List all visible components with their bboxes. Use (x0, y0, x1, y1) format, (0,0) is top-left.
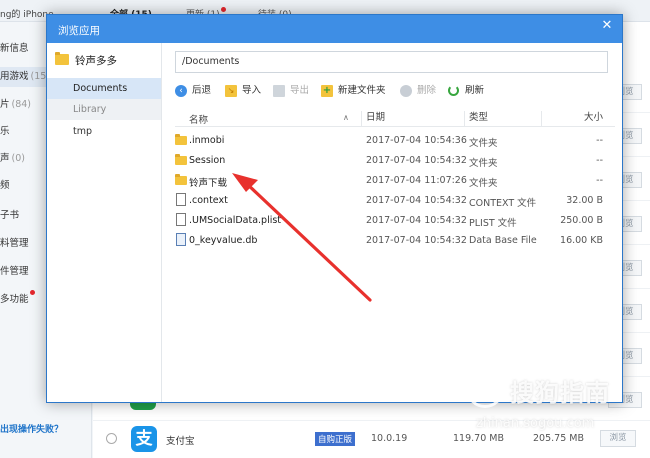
refresh-icon (448, 85, 459, 96)
column-type[interactable]: 类型 (464, 111, 488, 126)
column-date[interactable]: 日期 (361, 111, 385, 126)
delete-icon (400, 85, 412, 97)
folder-icon (175, 154, 187, 165)
sidebar-item-library[interactable]: Library (47, 99, 161, 120)
more-tools-badge (29, 290, 35, 295)
file-size: 250.00 B (560, 215, 603, 226)
file-size: -- (596, 175, 603, 186)
close-icon[interactable]: ✕ (598, 17, 616, 35)
dialog-sidebar: 铃声多多 Documents Library tmp (47, 43, 162, 402)
folder-icon (55, 52, 69, 65)
sogou-logo-icon: S (466, 370, 504, 408)
file-size: 32.00 B (566, 195, 603, 206)
file-name: .context (189, 195, 228, 206)
purchase-tag: 自购正版 (315, 432, 356, 446)
watermark-text: 搜狗指南 (510, 379, 610, 407)
sogou-watermark: S 搜狗指南 zhinan.sogou.com (466, 368, 650, 458)
file-type: 文件夹 (469, 138, 498, 149)
file-type: 文件夹 (469, 178, 498, 189)
file-icon (176, 213, 186, 226)
app-version: 10.0.19 (371, 433, 408, 444)
table-row[interactable]: 0_keyvalue.db 2017-07-04 10:54:32 Data B… (175, 230, 615, 250)
select-radio[interactable] (106, 433, 117, 444)
delete-label: 删除 (417, 85, 437, 96)
file-type: CONTEXT 文件 (469, 198, 537, 209)
file-size: 16.00 KB (560, 235, 603, 246)
file-date: 2017-07-04 10:54:32 (366, 215, 467, 226)
sort-ascending-icon: ∧ (343, 113, 349, 122)
file-type: 文件夹 (469, 158, 498, 169)
file-size: -- (596, 155, 603, 166)
export-label: 导出 (290, 85, 310, 96)
import-label: 导入 (242, 85, 262, 96)
folder-icon (175, 134, 187, 145)
file-icon (176, 193, 186, 206)
watermark-url: zhinan.sogou.com (476, 416, 595, 431)
file-toolbar: ‹ 后退 ↘ 导入 导出 + 新建文件夹 删除 刷新 (175, 82, 615, 100)
file-size: -- (596, 135, 603, 146)
column-size[interactable]: 大小 (541, 111, 615, 126)
import-icon: ↘ (225, 85, 237, 97)
operation-failed-link[interactable]: 出现操作失败？ (0, 422, 63, 435)
app-name: 支付宝 (166, 436, 195, 447)
app-title: 铃声多多 (55, 50, 155, 68)
table-row[interactable]: .UMSocialData.plist 2017-07-04 10:54:32 … (175, 210, 615, 230)
sidebar-item-tmp[interactable]: tmp (47, 121, 161, 142)
file-type: Data Base File (469, 235, 537, 246)
new-folder-icon: + (321, 85, 333, 97)
back-arrow-icon: ‹ (175, 85, 187, 97)
file-name: 铃声下载 (189, 178, 228, 189)
back-label: 后退 (192, 85, 212, 96)
table-row[interactable]: .inmobi 2017-07-04 10:54:36 文件夹 -- (175, 130, 615, 150)
file-date: 2017-07-04 10:54:32 (366, 235, 467, 246)
export-icon (273, 85, 285, 97)
refresh-label: 刷新 (465, 85, 485, 96)
folder-icon (175, 174, 187, 185)
table-row[interactable]: 铃声下载 2017-07-04 11:07:26 文件夹 -- (175, 170, 615, 190)
table-row[interactable]: Session 2017-07-04 10:54:32 文件夹 -- (175, 150, 615, 170)
file-name: Session (189, 155, 226, 166)
file-name: .UMSocialData.plist (189, 215, 282, 226)
app-name: 铃声多多 (75, 55, 117, 67)
dialog-title-bar: 浏览应用 ✕ (47, 15, 622, 43)
file-type: PLIST 文件 (469, 218, 517, 229)
new-folder-label: 新建文件夹 (338, 85, 386, 96)
table-row[interactable]: .context 2017-07-04 10:54:32 CONTEXT 文件 … (175, 190, 615, 210)
path-field[interactable]: /Documents (175, 51, 608, 73)
file-date: 2017-07-04 10:54:32 (366, 195, 467, 206)
update-badge (220, 7, 226, 12)
database-icon (176, 233, 186, 246)
table-header: 名称 ∧ 日期 类型 大小 (175, 110, 615, 127)
browse-app-dialog: 浏览应用 ✕ 铃声多多 Documents Library tmp /Docum… (46, 14, 623, 403)
dialog-title: 浏览应用 (58, 25, 100, 37)
file-date: 2017-07-04 11:07:26 (366, 175, 467, 186)
alipay-icon: 支 (131, 426, 157, 452)
file-date: 2017-07-04 10:54:32 (366, 155, 467, 166)
column-name[interactable]: 名称 (189, 112, 208, 126)
sidebar-item-documents[interactable]: Documents (47, 78, 161, 99)
file-date: 2017-07-04 10:54:36 (366, 135, 467, 146)
file-name: .inmobi (189, 135, 225, 146)
file-name: 0_keyvalue.db (189, 235, 258, 246)
